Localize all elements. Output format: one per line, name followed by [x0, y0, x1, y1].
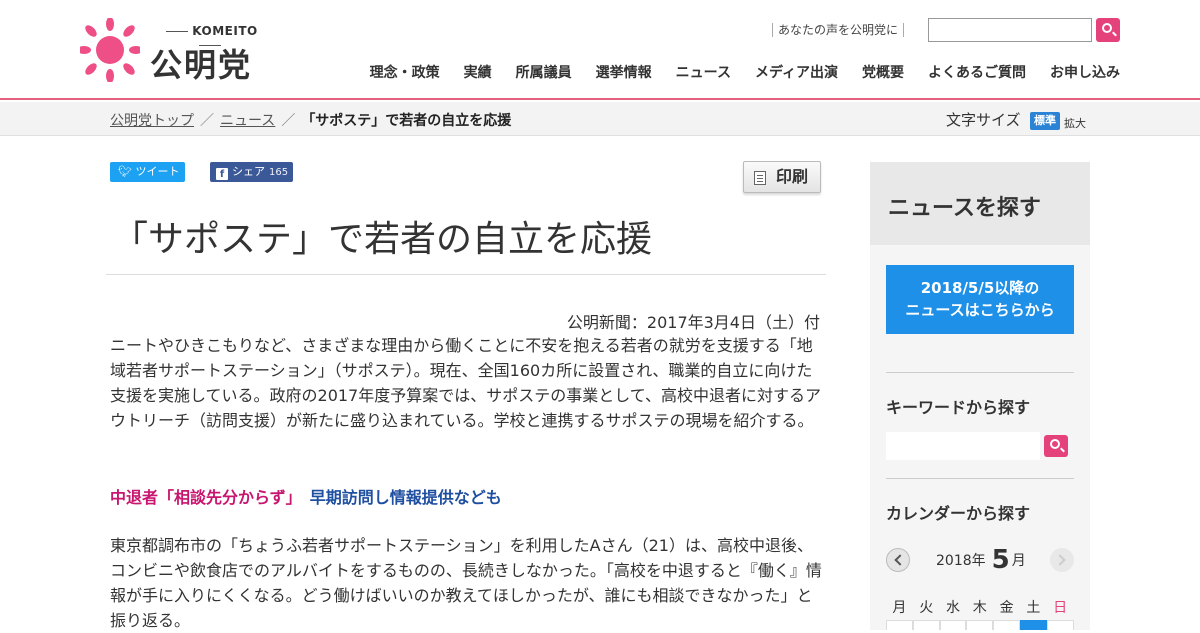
calendar-month-number: 5	[991, 545, 1010, 575]
voice-link[interactable]: あなたの声を公明党に	[772, 23, 905, 37]
nav-item-faq[interactable]: よくあるご質問	[928, 62, 1026, 82]
weekday-sat: 土	[1026, 600, 1041, 616]
breadcrumb-separator: ／	[200, 113, 214, 129]
calendar-prev-month-button[interactable]	[886, 548, 910, 572]
nav-item-apply[interactable]: お申し込み	[1050, 62, 1120, 82]
calendar-next-month-button	[1050, 548, 1074, 572]
nav-item-members[interactable]: 所属議員	[516, 62, 572, 82]
keyword-search-label: キーワードから探す	[886, 398, 1031, 417]
logo-japanese: 公明党	[150, 46, 253, 84]
breadcrumb-bar: 公明党トップ ／ ニュース ／ 「サポステ」で若者の自立を応援 文字サイズ	[0, 102, 1200, 136]
nav-item-policy[interactable]: 理念・政策	[370, 62, 440, 82]
nav-item-media[interactable]: メディア出演	[755, 62, 838, 82]
nav-item-achievements[interactable]: 実績	[464, 62, 492, 82]
calendar-cell	[912, 620, 940, 630]
breadcrumb-separator: ／	[281, 113, 296, 129]
article-title: 「サポステ」で若者の自立を応援	[112, 219, 653, 260]
calendar-cell	[1046, 620, 1074, 630]
calendar-weekday-header: 月 火 水 木 金 土 日	[886, 597, 1074, 617]
banner-line-1: 2018/5/5以降の	[920, 279, 1040, 297]
sidebar-divider	[886, 372, 1074, 373]
print-button[interactable]: 印刷	[743, 161, 821, 193]
tweet-label: ツイート	[135, 165, 180, 178]
breadcrumb-news[interactable]: ニュース	[220, 113, 275, 129]
sidebar-header: ニュースを探す	[870, 162, 1090, 245]
nav-item-news[interactable]: ニュース	[676, 62, 731, 82]
breadcrumb-current: 「サポステ」で若者の自立を応援	[301, 113, 512, 129]
site-header: KOMEITO 公明党 あなたの声を公明党に 理念・政策 実績 所属議員 選挙情…	[0, 0, 1200, 100]
article-subheading: 中退者「相談先分からず」 早期訪問し情報提供なども	[110, 484, 502, 508]
calendar-cell	[993, 620, 1020, 630]
calendar-month-unit: 月	[1011, 553, 1026, 569]
facebook-share-button[interactable]: f シェア 165	[210, 162, 293, 182]
share-count: 165	[269, 167, 289, 178]
keyword-search-input[interactable]	[886, 432, 1040, 460]
calendar-grid	[886, 620, 1074, 630]
calendar-year: 2018年	[936, 553, 986, 569]
search-icon	[1102, 23, 1112, 33]
komeito-logo[interactable]: KOMEITO 公明党	[80, 18, 270, 84]
weekday-fri: 金	[999, 600, 1014, 616]
calendar-search-label: カレンダーから探す	[886, 504, 1031, 523]
news-archive-banner[interactable]: 2018/5/5以降の ニュースはこちらから	[886, 265, 1074, 334]
calendar-cell	[939, 620, 967, 630]
share-label: シェア	[232, 165, 265, 178]
sidebar-divider	[886, 478, 1074, 479]
weekday-tue: 火	[919, 600, 934, 616]
subheading-main: 中退者「相談先分からず」	[110, 488, 302, 507]
breadcrumb-home[interactable]: 公明党トップ	[110, 113, 194, 129]
weekday-mon: 月	[892, 600, 907, 616]
calendar-cell	[966, 620, 994, 630]
sun-logo-icon	[80, 18, 140, 82]
article-lead: ニートやひきこもりなど、さまざまな理由から働くことに不安を抱える若者の就労を支援…	[110, 336, 821, 430]
facebook-icon: f	[216, 168, 228, 180]
calendar-cell	[886, 620, 913, 630]
weekday-sun: 日	[1053, 600, 1068, 616]
header-search-button[interactable]	[1096, 18, 1120, 42]
publication-date: 公明新聞：2017年3月4日（土）付	[566, 313, 820, 332]
title-divider	[106, 274, 826, 275]
article-body: 東京都調布市の「ちょうふ若者サポートステーション」を利用したAさん（21）は、高…	[110, 536, 822, 630]
twitter-bird-icon: 🐦︎	[118, 165, 132, 178]
print-label: 印刷	[776, 167, 809, 186]
sidebar-title: ニュースを探す	[888, 196, 1041, 221]
keyword-search-button[interactable]	[1044, 435, 1068, 457]
font-size-label: 文字サイズ	[946, 111, 1021, 129]
document-icon	[754, 171, 766, 185]
font-size-large-button[interactable]: 拡大	[1064, 115, 1086, 131]
nav-item-election[interactable]: 選挙情報	[596, 62, 652, 82]
breadcrumb: 公明党トップ ／ ニュース ／ 「サポステ」で若者の自立を応援	[110, 110, 511, 130]
calendar-month-label: 2018年 5 月	[936, 545, 1026, 575]
calendar-cell-today[interactable]	[1019, 620, 1047, 630]
main-nav: 理念・政策 実績 所属議員 選挙情報 ニュース メディア出演 党概要 よくあるご…	[346, 62, 1120, 82]
header-search-input[interactable]	[928, 18, 1092, 42]
weekday-wed: 水	[945, 600, 960, 616]
subheading-sub: 早期訪問し情報提供なども	[309, 488, 502, 507]
font-size-standard-button[interactable]: 標準	[1030, 112, 1060, 130]
tweet-button[interactable]: 🐦︎ ツイート	[110, 162, 185, 182]
search-icon	[1050, 439, 1060, 449]
banner-line-2: ニュースはこちらから	[905, 301, 1055, 319]
weekday-thu: 木	[972, 600, 987, 616]
nav-item-about[interactable]: 党概要	[862, 62, 904, 82]
